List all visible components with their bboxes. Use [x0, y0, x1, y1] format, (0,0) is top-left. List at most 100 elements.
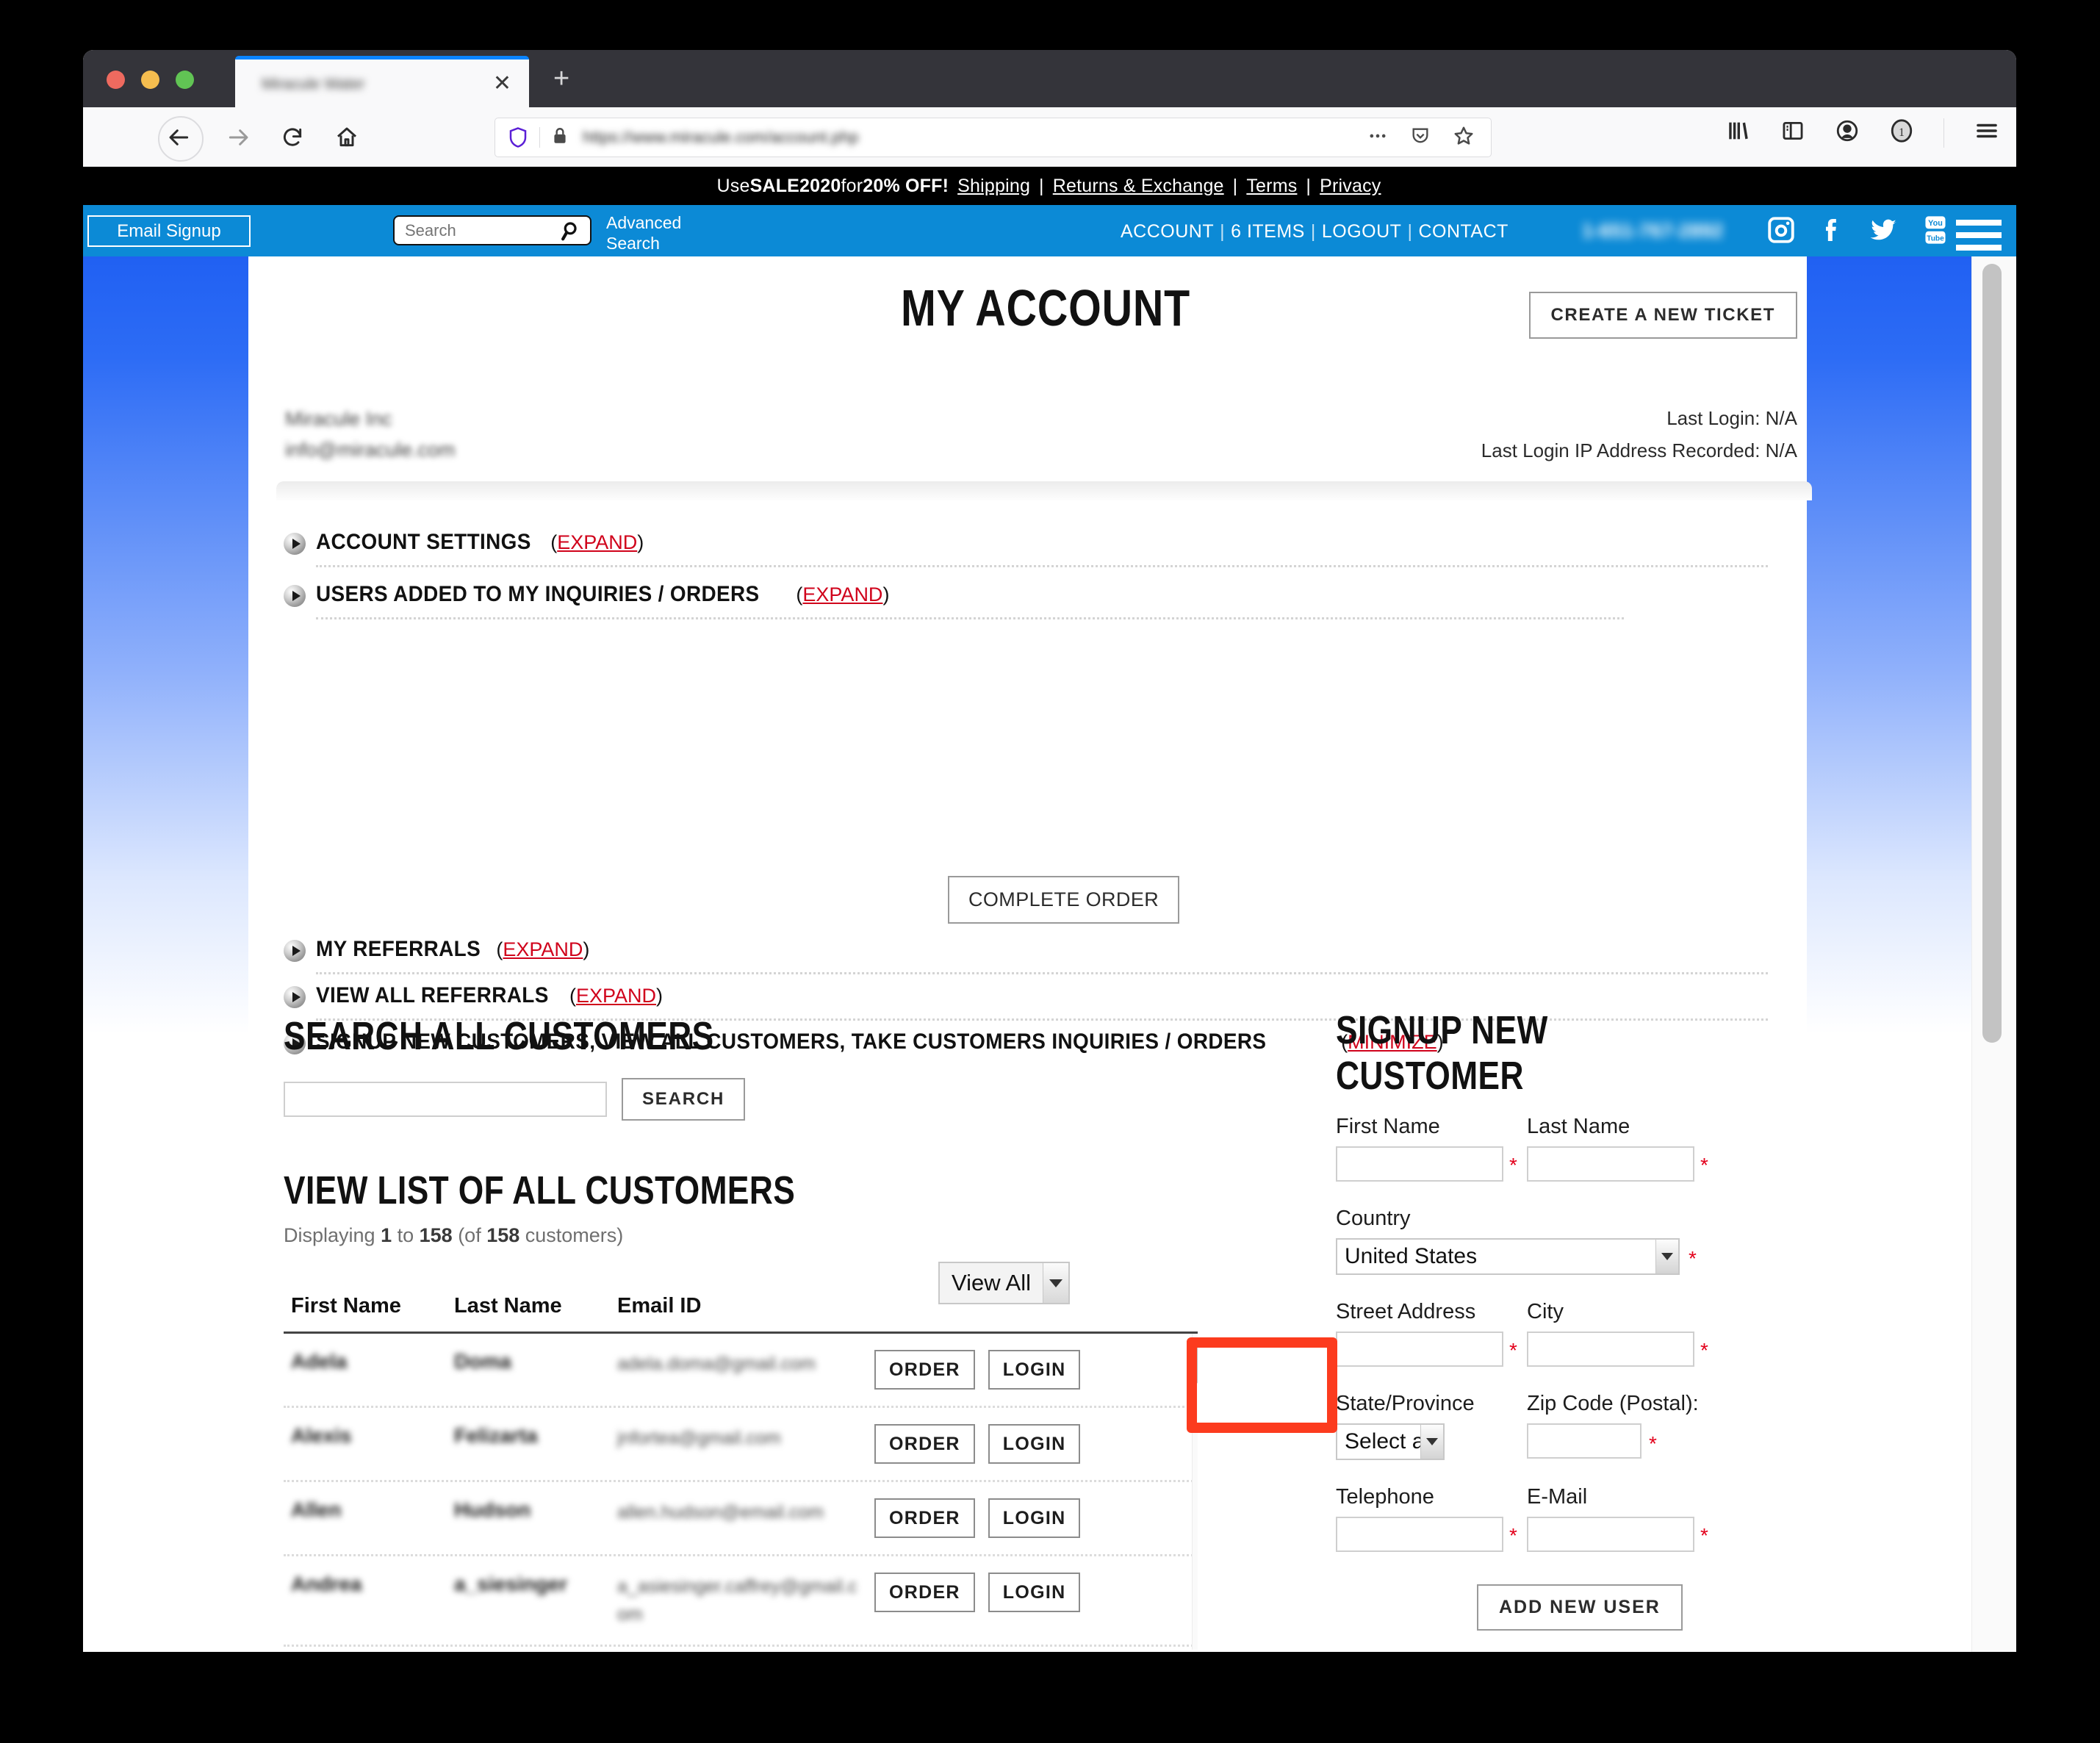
close-icon[interactable]: ✕ [493, 73, 511, 95]
forward-icon[interactable] [221, 121, 255, 154]
login-button[interactable]: LOGIN [988, 1573, 1081, 1612]
email-input[interactable] [1527, 1517, 1694, 1552]
home-icon[interactable] [330, 121, 364, 154]
twitter-icon[interactable] [1867, 215, 1899, 249]
street-address-input[interactable] [1336, 1331, 1503, 1367]
promo-discount: 20% OFF! [863, 175, 949, 196]
cell-first-name: Alexis [291, 1424, 352, 1447]
promo-link-shipping[interactable]: Shipping [957, 176, 1030, 197]
account-icon[interactable] [1835, 118, 1860, 147]
label-street-address: Street Address [1336, 1300, 1476, 1323]
svg-text:Tube: Tube [1927, 235, 1944, 243]
magnifier-icon[interactable] [561, 220, 583, 242]
accordion-toggle-link[interactable]: EXPAND [576, 985, 656, 1007]
customer-search-button[interactable]: SEARCH [622, 1078, 746, 1121]
hamburger-icon[interactable] [1956, 220, 2002, 257]
reload-icon[interactable] [276, 121, 309, 154]
complete-order-button[interactable]: COMPLETE ORDER [948, 876, 1180, 924]
divider [316, 617, 1624, 619]
section-heading: VIEW LIST OF ALL CUSTOMERS [284, 1168, 796, 1212]
zip-code-input[interactable] [1527, 1423, 1641, 1459]
page-scrollbar[interactable] [1971, 167, 2016, 1652]
label-state-province: State/Province [1336, 1392, 1475, 1415]
section-heading: SEARCH ALL CUSTOMERS [284, 1014, 714, 1058]
phone-number[interactable]: 1-651-767-2892 [1582, 220, 1723, 242]
lock-icon [550, 126, 569, 149]
country-select[interactable]: United States [1336, 1238, 1680, 1275]
create-new-ticket-button[interactable]: CREATE A NEW TICKET [1528, 292, 1797, 339]
instagram-icon[interactable] [1766, 215, 1797, 249]
promo-link-privacy[interactable]: Privacy [1320, 176, 1381, 197]
nav-link-items[interactable]: 6 ITEMS [1231, 221, 1305, 242]
last-name-input[interactable] [1527, 1146, 1694, 1182]
container-icon[interactable]: 1 [1889, 118, 1914, 147]
maximize-window-button[interactable] [176, 71, 194, 89]
accordion-toggle-link[interactable]: EXPAND [802, 583, 882, 605]
login-button[interactable]: LOGIN [988, 1424, 1081, 1464]
site-search[interactable] [393, 215, 591, 245]
table-header-row: First Name Last Name Email ID [284, 1294, 1198, 1334]
page-scrollbar-thumb[interactable] [1982, 264, 2002, 1043]
cell-email: adela.doma@gmail.com [617, 1354, 816, 1374]
email-signup-button[interactable]: Email Signup [87, 215, 251, 247]
customer-search-input[interactable] [284, 1082, 607, 1117]
promo-link-terms[interactable]: Terms [1246, 176, 1297, 197]
promo-sep-1: | [1039, 175, 1044, 196]
order-button[interactable]: ORDER [874, 1350, 975, 1390]
promo-link-returns[interactable]: Returns & Exchange [1053, 176, 1224, 197]
library-icon[interactable] [1726, 118, 1751, 147]
chevron-down-icon[interactable] [1420, 1425, 1443, 1459]
city-input[interactable] [1527, 1331, 1694, 1367]
telephone-input[interactable] [1336, 1517, 1503, 1552]
nav-link-contact[interactable]: CONTACT [1418, 221, 1508, 242]
accordion-toggle-link[interactable]: EXPAND [503, 938, 583, 960]
search-input[interactable] [403, 220, 546, 241]
login-button[interactable]: LOGIN [988, 1350, 1081, 1390]
chevron-down-icon[interactable] [1655, 1240, 1678, 1273]
nav-link-account[interactable]: ACCOUNT [1121, 221, 1214, 242]
state-select[interactable]: Select a state [1336, 1423, 1445, 1460]
accordion-users-added[interactable]: USERS ADDED TO MY INQUIRIES / ORDERS (EX… [284, 582, 1768, 619]
add-new-user-button[interactable]: ADD NEW USER [1477, 1584, 1683, 1631]
accordion-label: MY REFERRALS [316, 937, 481, 961]
displaying-count: Displaying 1 to 158 (of 158 customers) [284, 1221, 695, 1250]
accordion-label: USERS ADDED TO MY INQUIRIES / ORDERS [316, 582, 760, 606]
order-button[interactable]: ORDER [874, 1498, 975, 1538]
star-icon[interactable] [1453, 125, 1475, 151]
required-marker: * [1509, 1154, 1517, 1176]
first-name-input[interactable] [1336, 1146, 1503, 1182]
menu-icon[interactable] [1974, 118, 2000, 148]
youtube-icon[interactable]: You Tube [1920, 214, 1951, 250]
label-country: Country [1336, 1207, 1411, 1230]
country-value: United States [1345, 1244, 1478, 1268]
sidebar-icon[interactable] [1780, 118, 1805, 147]
state-value: Select a state [1345, 1429, 1420, 1453]
accordion-account-settings[interactable]: ACCOUNT SETTINGS (EXPAND) [284, 530, 1768, 567]
displaying-prefix: Displaying [284, 1224, 381, 1246]
ellipsis-icon[interactable] [1367, 126, 1388, 150]
browser-toolbar: https://www.miracule.com/account.php 1 [83, 107, 2016, 167]
accordion-my-referrals[interactable]: MY REFERRALS (EXPAND) [284, 937, 1768, 974]
chevron-right-icon [284, 585, 306, 607]
accordion-toggle-link[interactable]: EXPAND [557, 531, 637, 553]
shield-icon[interactable] [507, 126, 529, 148]
minimize-window-button[interactable] [141, 71, 159, 89]
browser-tab[interactable]: Miracule Water ✕ [235, 56, 529, 107]
section-heading: SIGNUP NEW CUSTOMER [1336, 1008, 1548, 1098]
displaying-to-word: to [392, 1224, 420, 1246]
back-icon[interactable] [162, 121, 196, 154]
pocket-icon[interactable] [1410, 126, 1431, 150]
login-button[interactable]: LOGIN [988, 1498, 1081, 1538]
nav-link-logout[interactable]: LOGOUT [1322, 221, 1402, 242]
facebook-icon[interactable] [1817, 215, 1847, 249]
cell-last-name: Hudson [454, 1498, 531, 1521]
account-login-info: Last Login: N/A Last Login IP Address Re… [1481, 402, 1797, 467]
close-window-button[interactable] [107, 71, 125, 89]
url-bar[interactable]: https://www.miracule.com/account.php [495, 118, 1492, 157]
plus-icon[interactable]: + [553, 65, 569, 93]
customers-table-scroll-area: Adela Doma adela.doma@gmail.com ORDER LO… [284, 1334, 1198, 1650]
displaying-to: 158 [419, 1224, 453, 1246]
order-button[interactable]: ORDER [874, 1573, 975, 1612]
order-button[interactable]: ORDER [874, 1424, 975, 1464]
advanced-search-link[interactable]: Advanced Search [606, 212, 702, 254]
